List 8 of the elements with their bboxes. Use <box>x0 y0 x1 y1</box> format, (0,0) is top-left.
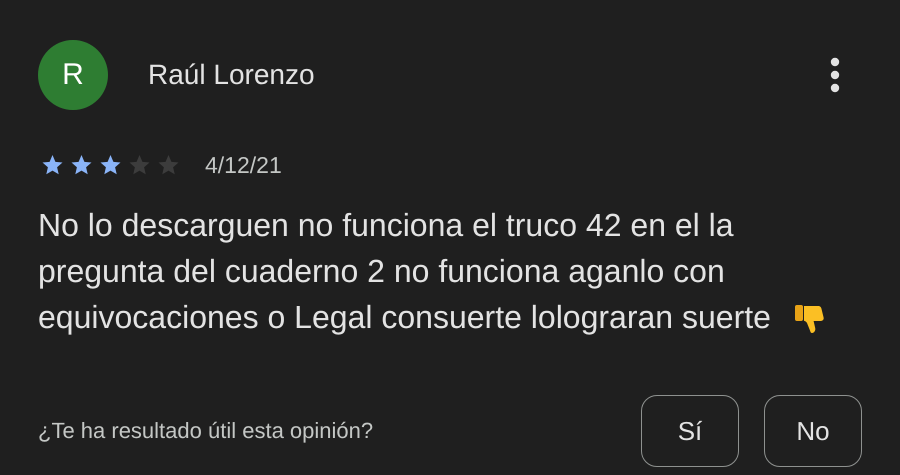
vote-button[interactable]: Sí <box>641 395 739 467</box>
review-date: 4/12/21 <box>205 152 282 178</box>
avatar: R <box>38 40 108 110</box>
more-options-icon[interactable] <box>830 57 840 93</box>
vote-button[interactable]: No <box>764 395 862 467</box>
helpful-question: ¿Te ha resultado útil esta opinión? <box>38 418 374 444</box>
review-text: No lo descarguen no funciona el truco 42 en el la pregunta del cuaderno 2 no funciona aganlo con equivocaciones o Legal consuerte lolograran suerte <box>38 206 772 337</box>
author-name: Raúl Lorenzo <box>148 59 316 91</box>
